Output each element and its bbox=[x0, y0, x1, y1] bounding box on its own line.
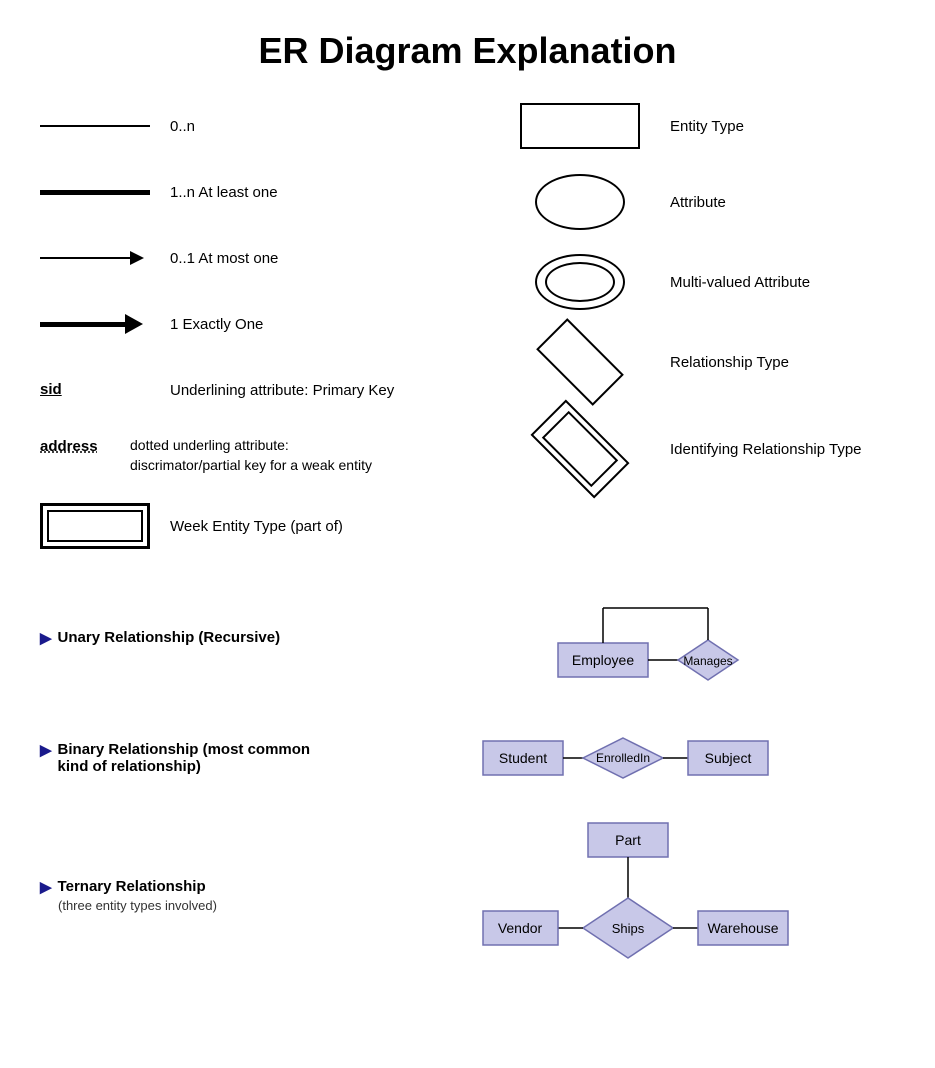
weak-box-symbol bbox=[40, 503, 170, 549]
unary-svg: Employee Manages bbox=[528, 578, 748, 698]
page-title: ER Diagram Explanation bbox=[40, 20, 895, 72]
entity-type-label: Entity Type bbox=[670, 118, 744, 135]
unary-label-area: ▶ Unary Relationship (Recursive) bbox=[40, 629, 340, 647]
legend-row-entity-type: Entity Type bbox=[500, 102, 895, 150]
thick-arrow-line bbox=[40, 322, 125, 327]
thick-line-symbol bbox=[40, 190, 170, 195]
sid-label: Underlining attribute: Primary Key bbox=[170, 382, 394, 399]
diagrams-section: ▶ Unary Relationship (Recursive) Employe… bbox=[40, 578, 895, 1018]
ternary-warehouse-text: Warehouse bbox=[707, 920, 778, 936]
multi-ellipse-outer bbox=[535, 254, 625, 310]
legend-row-zero-n: 0..n bbox=[40, 102, 500, 150]
ternary-label-text: Ternary Relationship bbox=[58, 878, 206, 895]
legend-row-exactly-one: 1 Exactly One bbox=[40, 300, 500, 348]
thick-arrow-symbol bbox=[40, 314, 170, 334]
binary-svg: Student EnrolledIn Subject bbox=[478, 728, 798, 788]
ternary-diamond-text: Ships bbox=[611, 921, 644, 936]
address-label: dotted underling attribute:discrimator/p… bbox=[130, 436, 372, 475]
legend-row-relationship-type: Relationship Type bbox=[500, 334, 895, 390]
one-n-label: 1..n At least one bbox=[170, 184, 278, 201]
unary-entity-text: Employee bbox=[571, 652, 633, 668]
zero-one-label: 0..1 At most one bbox=[170, 250, 278, 267]
relationship-type-label: Relationship Type bbox=[670, 354, 789, 371]
legend-row-one-n: 1..n At least one bbox=[40, 168, 500, 216]
binary-student-text: Student bbox=[498, 750, 546, 766]
diamond bbox=[536, 318, 624, 406]
legend-row-attribute: Attribute bbox=[500, 174, 895, 230]
legend-right-col: Entity Type Attribute Multi-valued Attri… bbox=[500, 102, 895, 568]
unary-label-text: Unary Relationship (Recursive) bbox=[58, 629, 281, 646]
attribute-ellipse-symbol bbox=[500, 174, 660, 230]
ternary-sub-label: (three entity types involved) bbox=[40, 898, 340, 913]
binary-diamond-text: EnrolledIn bbox=[595, 751, 649, 765]
unary-diagram-row: ▶ Unary Relationship (Recursive) Employe… bbox=[40, 578, 895, 698]
diamond-symbol bbox=[500, 334, 660, 390]
binary-label-area: ▶ Binary Relationship (most common kind … bbox=[40, 741, 340, 775]
binary-label-text: Binary Relationship (most common kind of… bbox=[58, 741, 340, 775]
thin-line-symbol bbox=[40, 125, 170, 127]
double-diamond-container bbox=[520, 414, 640, 484]
thin-line bbox=[40, 125, 150, 127]
weak-entity-box bbox=[40, 503, 150, 549]
weak-entity-label: Week Entity Type (part of) bbox=[170, 518, 343, 535]
binary-svg-container: Student EnrolledIn Subject bbox=[380, 728, 895, 788]
legend-row-weak-entity: Week Entity Type (part of) bbox=[40, 502, 500, 550]
unary-svg-container: Employee Manages bbox=[380, 578, 895, 698]
ternary-diagram-row: ▶ Ternary Relationship (three entity typ… bbox=[40, 818, 895, 1018]
multi-attribute-label: Multi-valued Attribute bbox=[670, 274, 810, 291]
binary-bullet: ▶ Binary Relationship (most common kind … bbox=[40, 741, 340, 775]
binary-bullet-arrow: ▶ bbox=[40, 741, 52, 759]
entity-rect-symbol bbox=[500, 103, 660, 149]
legend-section: 0..n 1..n At least one 0..1 At most one bbox=[40, 102, 895, 568]
double-diamond-symbol bbox=[500, 414, 660, 484]
zero-n-label: 0..n bbox=[170, 118, 195, 135]
identifying-rel-label: Identifying Relationship Type bbox=[670, 441, 862, 458]
multi-ellipse-symbol bbox=[500, 254, 660, 310]
thin-arrow bbox=[40, 251, 144, 265]
legend-left-col: 0..n 1..n At least one 0..1 At most one bbox=[40, 102, 500, 568]
thin-arrow-line bbox=[40, 257, 130, 259]
thick-line bbox=[40, 190, 150, 195]
unary-bullet-arrow: ▶ bbox=[40, 629, 52, 647]
exactly-one-label: 1 Exactly One bbox=[170, 316, 263, 333]
legend-row-zero-one: 0..1 At most one bbox=[40, 234, 500, 282]
ternary-bullet-arrow: ▶ bbox=[40, 878, 52, 896]
entity-rect bbox=[520, 103, 640, 149]
thick-arrow-head bbox=[125, 314, 143, 334]
binary-diagram-row: ▶ Binary Relationship (most common kind … bbox=[40, 728, 895, 788]
ternary-label-area: ▶ Ternary Relationship (three entity typ… bbox=[40, 818, 340, 913]
thin-arrow-symbol bbox=[40, 251, 170, 265]
multi-ellipse-inner bbox=[545, 262, 615, 302]
sid-symbol-area: sid bbox=[40, 381, 170, 399]
attribute-label: Attribute bbox=[670, 194, 726, 211]
ternary-vendor-text: Vendor bbox=[497, 920, 542, 936]
diamond-container bbox=[530, 334, 630, 390]
address-text: address bbox=[40, 438, 98, 455]
thin-arrow-head bbox=[130, 251, 144, 265]
legend-row-sid: sid Underlining attribute: Primary Key bbox=[40, 366, 500, 414]
binary-subject-text: Subject bbox=[704, 750, 751, 766]
legend-row-address: address dotted underling attribute:discr… bbox=[40, 432, 500, 480]
sid-text: sid bbox=[40, 381, 62, 398]
address-symbol-area: address bbox=[40, 436, 130, 456]
legend-row-identifying-rel: Identifying Relationship Type bbox=[500, 414, 895, 484]
ternary-part-text: Part bbox=[615, 832, 641, 848]
unary-diamond-text: Manages bbox=[683, 654, 732, 668]
legend-row-multi-attribute: Multi-valued Attribute bbox=[500, 254, 895, 310]
ternary-svg: Part Ships Vendor Warehouse bbox=[478, 818, 798, 1018]
ternary-svg-container: Part Ships Vendor Warehouse bbox=[380, 818, 895, 1018]
unary-bullet: ▶ Unary Relationship (Recursive) bbox=[40, 629, 340, 647]
thick-arrow bbox=[40, 314, 143, 334]
attribute-ellipse bbox=[535, 174, 625, 230]
ternary-bullet: ▶ Ternary Relationship bbox=[40, 878, 340, 896]
